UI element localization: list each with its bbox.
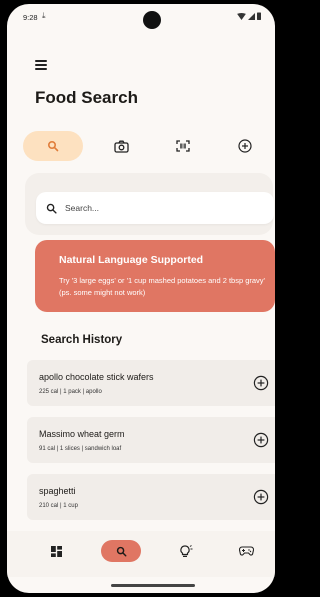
search-icon — [116, 546, 126, 556]
nav-search[interactable] — [101, 540, 141, 562]
search-input[interactable] — [63, 202, 247, 214]
nav-games[interactable] — [226, 540, 266, 562]
add-circle-icon[interactable] — [253, 432, 269, 448]
download-icon: ⤓ — [42, 11, 46, 20]
dashboard-icon — [50, 545, 62, 557]
gesture-bar[interactable] — [111, 584, 195, 587]
history-item[interactable]: apollo chocolate stick wafers 225 cal | … — [27, 360, 275, 406]
front-camera — [143, 11, 161, 29]
tab-search[interactable] — [23, 131, 83, 161]
status-icons — [237, 12, 261, 20]
banner-text: Try '3 large eggs' or '1 cup mashed pota… — [59, 276, 265, 297]
search-bar[interactable] — [36, 192, 274, 224]
natural-language-banner: Natural Language Supported Try '3 large … — [35, 240, 275, 312]
tab-barcode[interactable] — [153, 131, 213, 161]
barcode-scan-icon — [176, 140, 190, 152]
camera-icon — [113, 140, 129, 153]
food-meta: 210 cal | 1 cup — [39, 503, 78, 509]
food-meta: 91 cal | 1 slices | sandwich loaf — [39, 446, 122, 452]
app-screen: 9:28 ⤓ Food Search Search... Natural Lan… — [7, 4, 275, 593]
gamepad-icon — [238, 546, 254, 556]
page-title: Food Search — [35, 88, 138, 107]
status-time: 9:28 — [23, 13, 38, 22]
food-name: spaghetti — [39, 486, 76, 496]
signal-icon — [248, 12, 255, 20]
tab-add[interactable] — [215, 131, 275, 161]
food-name: apollo chocolate stick wafers — [39, 372, 154, 382]
food-name: Massimo wheat germ — [39, 429, 125, 439]
history-item[interactable]: Massimo wheat germ 91 cal | 1 slices | s… — [27, 417, 275, 463]
search-history-heading: Search History — [41, 334, 123, 346]
nav-dashboard[interactable] — [36, 540, 76, 562]
food-meta: 225 cal | 1 pack | apollo — [39, 389, 102, 395]
tab-camera[interactable] — [91, 131, 151, 161]
search-mode-tabs — [23, 131, 275, 161]
lightbulb-icon — [180, 544, 193, 557]
search-icon — [46, 203, 57, 214]
battery-icon — [257, 12, 261, 20]
banner-title: Natural Language Supported — [59, 254, 204, 266]
add-circle-icon[interactable] — [253, 375, 269, 391]
wifi-icon — [237, 12, 246, 20]
add-circle-icon[interactable] — [253, 489, 269, 505]
nav-insights[interactable] — [166, 540, 206, 562]
hamburger-icon[interactable] — [35, 60, 47, 72]
search-icon — [47, 140, 59, 152]
add-circle-icon — [238, 139, 252, 153]
bottom-navigation — [7, 531, 275, 577]
history-item[interactable]: spaghetti 210 cal | 1 cup — [27, 474, 275, 520]
status-bar: 9:28 ⤓ — [7, 4, 275, 29]
